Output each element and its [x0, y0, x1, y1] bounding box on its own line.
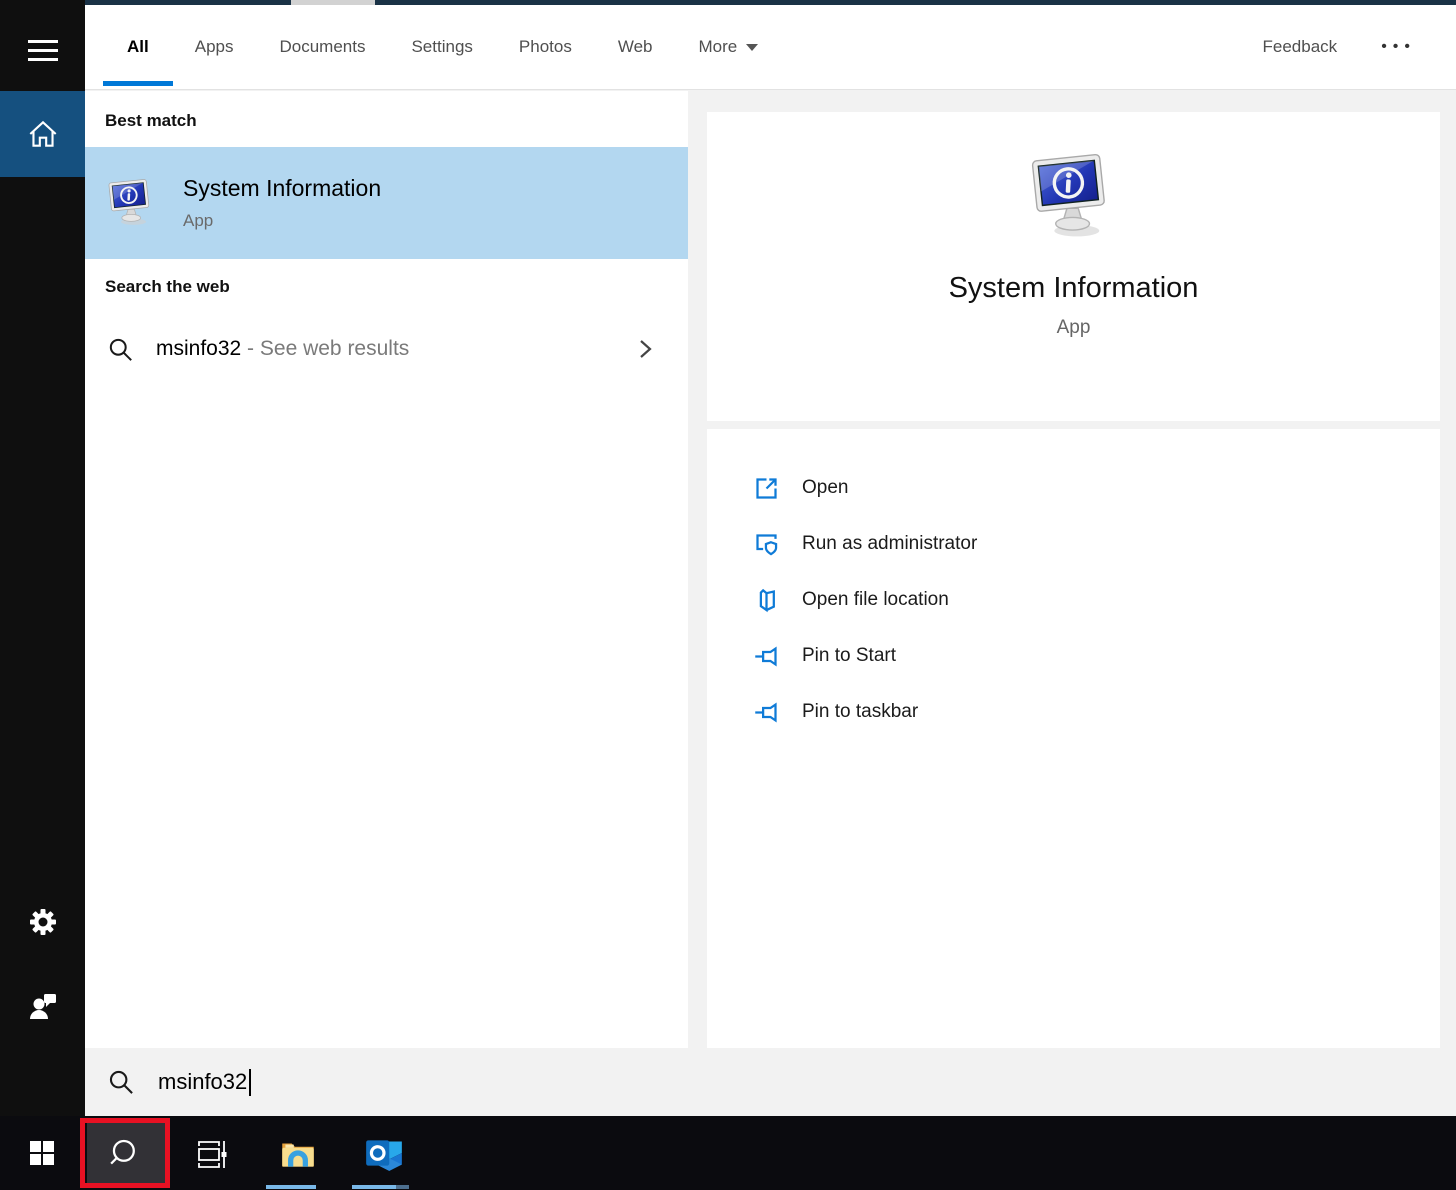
- action-pin-to-taskbar[interactable]: Pin to taskbar: [707, 684, 1440, 740]
- preview-title: System Information: [948, 272, 1199, 304]
- result-title: System Information: [183, 175, 382, 201]
- tab-web[interactable]: Web: [618, 5, 653, 89]
- file-explorer-running-indicator: [266, 1185, 316, 1189]
- windows-logo-icon: [30, 1141, 54, 1165]
- preview-divider: [707, 421, 1440, 429]
- results-panel: Best match System Information App Search…: [85, 91, 688, 1048]
- chevron-right-icon: [640, 340, 652, 358]
- file-explorer-button[interactable]: [270, 1116, 326, 1190]
- text-cursor: [249, 1068, 252, 1096]
- system-information-app-icon-large: [1029, 152, 1106, 239]
- rail-item-settings[interactable]: [0, 900, 85, 944]
- action-open[interactable]: Open: [707, 460, 1440, 516]
- search-input[interactable]: msinfo32: [85, 1048, 1456, 1116]
- search-icon: [109, 338, 133, 361]
- rail-item-home[interactable]: [0, 91, 85, 177]
- tab-all[interactable]: All: [127, 5, 149, 89]
- tab-photos[interactable]: Photos: [519, 5, 572, 89]
- action-pin-to-start[interactable]: Pin to Start: [707, 628, 1440, 684]
- chevron-down-icon: [746, 43, 759, 51]
- web-suffix: - See web results: [241, 337, 410, 360]
- tab-documents[interactable]: Documents: [279, 5, 365, 89]
- open-icon: [756, 477, 777, 499]
- hamburger-menu-icon[interactable]: [0, 30, 85, 70]
- taskbar: [0, 1116, 1456, 1190]
- tab-apps[interactable]: Apps: [195, 5, 234, 89]
- search-header: All Apps Documents Settings Photos Web M…: [85, 5, 1456, 90]
- outlook-running-indicator-tail: [396, 1185, 409, 1189]
- preview-subtitle: App: [1056, 317, 1091, 338]
- system-information-app-icon: [107, 178, 150, 226]
- left-rail: [0, 0, 85, 1116]
- search-input-value: msinfo32: [158, 1069, 248, 1094]
- search-icon: [109, 1070, 134, 1095]
- gear-icon: [29, 909, 56, 935]
- preview-panel: System Information App: [707, 112, 1440, 421]
- pin-icon: [755, 702, 777, 722]
- best-match-heading: Best match: [105, 111, 197, 130]
- user-icon: [29, 994, 56, 1019]
- pin-icon: [755, 646, 777, 666]
- action-run-as-administrator[interactable]: Run as administrator: [707, 516, 1440, 572]
- action-open-file-location[interactable]: Open file location: [707, 572, 1440, 628]
- result-subtitle: App: [183, 211, 214, 230]
- rail-item-user[interactable]: [0, 985, 85, 1029]
- tab-settings[interactable]: Settings: [411, 5, 472, 89]
- web-query: msinfo32: [156, 337, 242, 360]
- best-match-result[interactable]: System Information App: [85, 147, 688, 259]
- start-button[interactable]: [14, 1116, 70, 1190]
- home-icon: [29, 120, 56, 147]
- folder-location-icon: [759, 588, 775, 612]
- search-the-web-heading: Search the web: [105, 277, 230, 296]
- shield-icon: [756, 533, 778, 555]
- feedback-button[interactable]: Feedback: [1263, 37, 1338, 57]
- search-icon: [110, 1139, 135, 1165]
- outlook-button[interactable]: [356, 1116, 412, 1190]
- file-explorer-icon: [282, 1143, 314, 1167]
- web-search-result[interactable]: msinfo32 - See web results: [85, 319, 688, 379]
- outlook-running-indicator: [352, 1185, 396, 1189]
- task-view-icon: [198, 1141, 227, 1168]
- task-view-button[interactable]: [184, 1116, 236, 1190]
- filter-tabs: All Apps Documents Settings Photos Web M…: [85, 5, 759, 89]
- more-options-icon[interactable]: •••: [1381, 38, 1416, 56]
- preview-actions: Open Run as administrator Open file loca…: [707, 429, 1440, 1048]
- outlook-icon: [366, 1140, 402, 1171]
- tab-more[interactable]: More: [699, 5, 759, 89]
- taskbar-search-button[interactable]: [87, 1120, 165, 1186]
